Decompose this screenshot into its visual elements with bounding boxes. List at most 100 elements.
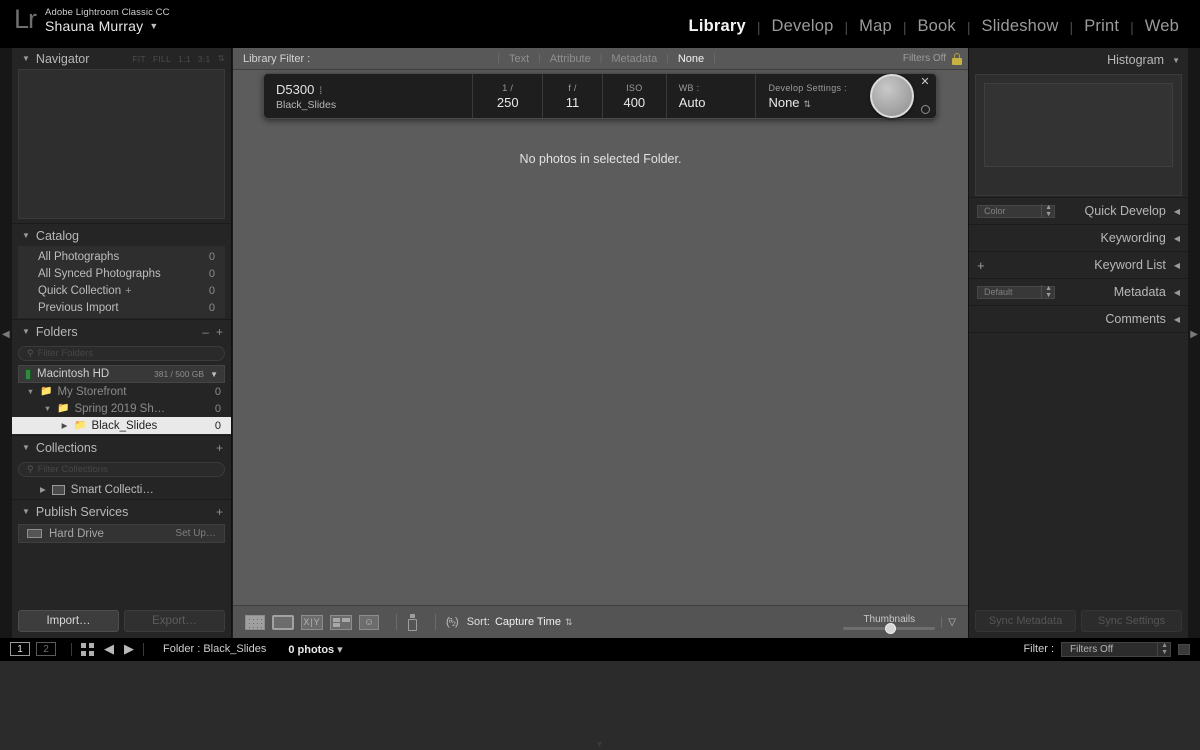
left-panel-collapse-strip[interactable]: ◀ [0, 48, 12, 638]
a-z-sort-icon[interactable]: (ᵃ₂) [446, 616, 458, 628]
folder-row-black-slides[interactable]: ▶ 📁 Black_Slides 0 [12, 417, 231, 434]
navigator-header[interactable]: ▼ Navigator FIT FILL 1:1 3:1 ⇅ [12, 48, 231, 69]
spray-can-icon[interactable] [407, 614, 418, 631]
catalog-item-quick-collection[interactable]: Quick Collection+ 0 [18, 282, 225, 299]
add-folder-button[interactable]: + [216, 325, 223, 339]
twirl-icon[interactable]: ◀ [1174, 261, 1180, 270]
module-develop[interactable]: Develop [761, 17, 845, 36]
chevron-down-icon[interactable]: ▼ [149, 21, 158, 31]
twirl-icon[interactable]: ▶ [60, 421, 69, 430]
plus-icon[interactable]: + [125, 285, 131, 297]
tether-develop-settings[interactable]: Develop Settings : None⇅ [756, 74, 888, 118]
histogram-header[interactable]: Histogram ▼ [969, 48, 1188, 72]
filmstrip-filter-select[interactable]: Filters Off ▲▼ [1061, 642, 1171, 657]
bottom-edge-toggle[interactable]: ▼ [595, 740, 604, 749]
volume-twirl-icon[interactable]: ▼ [210, 370, 218, 379]
grid-view-icon[interactable] [245, 615, 265, 630]
tethered-capture-bar[interactable]: D5300⁞ Black_Slides 1 / 250 f / 11 ISO [263, 73, 937, 119]
user-name-label[interactable]: Shauna Murray▼ [45, 19, 170, 34]
twirl-icon[interactable]: ▼ [22, 327, 30, 336]
keywording-header[interactable]: Keywording ◀ [969, 226, 1188, 250]
catalog-item-all-synced-photographs[interactable]: All Synced Photographs 0 [18, 265, 225, 282]
camera-menu-icon[interactable]: ⁞ [319, 86, 322, 97]
module-print[interactable]: Print [1073, 17, 1130, 36]
volume-row-macintosh-hd[interactable]: Macintosh HD 381 / 500 GB ▼ [18, 365, 225, 383]
sync-metadata-button[interactable]: Sync Metadata [975, 610, 1076, 632]
twirl-icon[interactable]: ▼ [22, 443, 30, 452]
people-view-icon[interactable]: ☺ [359, 615, 379, 630]
filmstrip-photo-count[interactable]: 0 photos▾ [288, 643, 342, 656]
metadata-header[interactable]: Default▲▼ Metadata ◀ [969, 280, 1188, 304]
filter-tab-attribute[interactable]: Attribute [541, 53, 600, 65]
stepper-icon[interactable]: ▲▼ [1157, 642, 1168, 656]
module-book[interactable]: Book [906, 17, 966, 36]
add-publish-service-button[interactable]: + [216, 505, 223, 519]
filter-tab-none[interactable]: None [669, 53, 713, 65]
twirl-icon[interactable]: ▼ [43, 404, 52, 413]
toolbar-chevron-down-icon[interactable]: ▽ [941, 617, 956, 628]
sync-settings-button[interactable]: Sync Settings [1081, 610, 1182, 632]
folder-row-my-storefront[interactable]: ▼ 📁 My Storefront 0 [12, 383, 231, 400]
folders-search-input[interactable]: ⚲ Filter Folders [18, 346, 225, 361]
import-button[interactable]: Import… [18, 610, 119, 632]
thumbnail-size-slider[interactable]: Thumbnails [843, 614, 935, 630]
back-arrow-icon[interactable]: ◀ [104, 641, 114, 657]
survey-view-icon[interactable] [330, 615, 352, 630]
screen-1-button[interactable]: 1 [10, 642, 30, 656]
comments-header[interactable]: Comments ◀ [969, 307, 1188, 331]
module-library[interactable]: Library [678, 17, 757, 36]
slider-handle[interactable] [885, 623, 896, 634]
metadata-preset-select[interactable]: Default▲▼ [977, 286, 1055, 299]
catalog-item-previous-import[interactable]: Previous Import 0 [18, 299, 225, 316]
tether-session-info[interactable]: D5300⁞ Black_Slides [264, 74, 473, 118]
publish-service-hard-drive[interactable]: Hard Drive Set Up… [18, 524, 225, 543]
close-icon[interactable]: ✕ [920, 77, 929, 88]
module-web[interactable]: Web [1134, 17, 1190, 36]
lock-icon[interactable] [952, 53, 962, 65]
module-slideshow[interactable]: Slideshow [971, 17, 1070, 36]
filmstrip-filter-toggle-button[interactable] [1178, 644, 1190, 655]
quick-develop-header[interactable]: Color▲▼ Quick Develop ◀ [969, 199, 1188, 223]
zoom-stepper-icon[interactable]: ⇅ [218, 53, 225, 64]
zoom-fill[interactable]: FILL [153, 54, 171, 64]
add-keyword-button[interactable]: + [977, 259, 985, 272]
sort-stepper-icon[interactable]: ⇅ [565, 617, 573, 627]
tether-aperture[interactable]: f / 11 [543, 74, 603, 118]
twirl-icon[interactable]: ▶ [40, 485, 46, 494]
twirl-icon[interactable]: ◀ [1174, 315, 1180, 324]
twirl-icon[interactable]: ▼ [22, 507, 30, 516]
right-collapse-arrow-icon[interactable]: ▶ [1190, 330, 1198, 340]
chevron-down-icon[interactable]: ▾ [337, 644, 343, 656]
twirl-icon[interactable]: ▼ [22, 231, 30, 240]
quick-develop-preset-select[interactable]: Color▲▼ [977, 205, 1055, 218]
screen-2-button[interactable]: 2 [36, 642, 56, 656]
publish-services-header[interactable]: ▼ Publish Services + [12, 501, 231, 522]
grid-icon[interactable] [81, 643, 94, 656]
filter-tab-text[interactable]: Text [500, 53, 538, 65]
tether-shutter-speed[interactable]: 1 / 250 [473, 74, 543, 118]
tether-iso[interactable]: ISO 400 [603, 74, 667, 118]
folder-row-spring-2019[interactable]: ▼ 📁 Spring 2019 Sh… 0 [12, 400, 231, 417]
catalog-item-all-photographs[interactable]: All Photographs 0 [18, 248, 225, 265]
stepper-icon[interactable]: ▲▼ [1041, 204, 1052, 218]
keyword-list-header[interactable]: + Keyword List ◀ [969, 253, 1188, 277]
identity-plate[interactable]: Lr Adobe Lightroom Classic CC Shauna Mur… [14, 6, 170, 34]
sort-value[interactable]: Capture Time⇅ [495, 616, 573, 628]
zoom-fit[interactable]: FIT [132, 54, 146, 64]
compare-view-icon[interactable]: X|Y [301, 615, 323, 630]
collections-header[interactable]: ▼ Collections + [12, 437, 231, 458]
twirl-icon[interactable]: ◀ [1174, 234, 1180, 243]
module-map[interactable]: Map [848, 17, 903, 36]
gear-icon[interactable] [921, 105, 930, 114]
zoom-3-1[interactable]: 3:1 [198, 54, 211, 64]
develop-settings-stepper-icon[interactable]: ⇅ [804, 99, 812, 109]
histogram-panel[interactable] [975, 74, 1182, 196]
slider-track[interactable] [843, 627, 935, 630]
filter-tab-metadata[interactable]: Metadata [602, 53, 666, 65]
catalog-header[interactable]: ▼ Catalog [12, 225, 231, 246]
zoom-1-1[interactable]: 1:1 [178, 54, 191, 64]
filmstrip-source-label[interactable]: Folder : Black_Slides [163, 643, 266, 655]
capture-button[interactable] [870, 74, 914, 118]
twirl-icon[interactable]: ▼ [26, 387, 35, 396]
folders-header[interactable]: ▼ Folders – + [12, 321, 231, 342]
